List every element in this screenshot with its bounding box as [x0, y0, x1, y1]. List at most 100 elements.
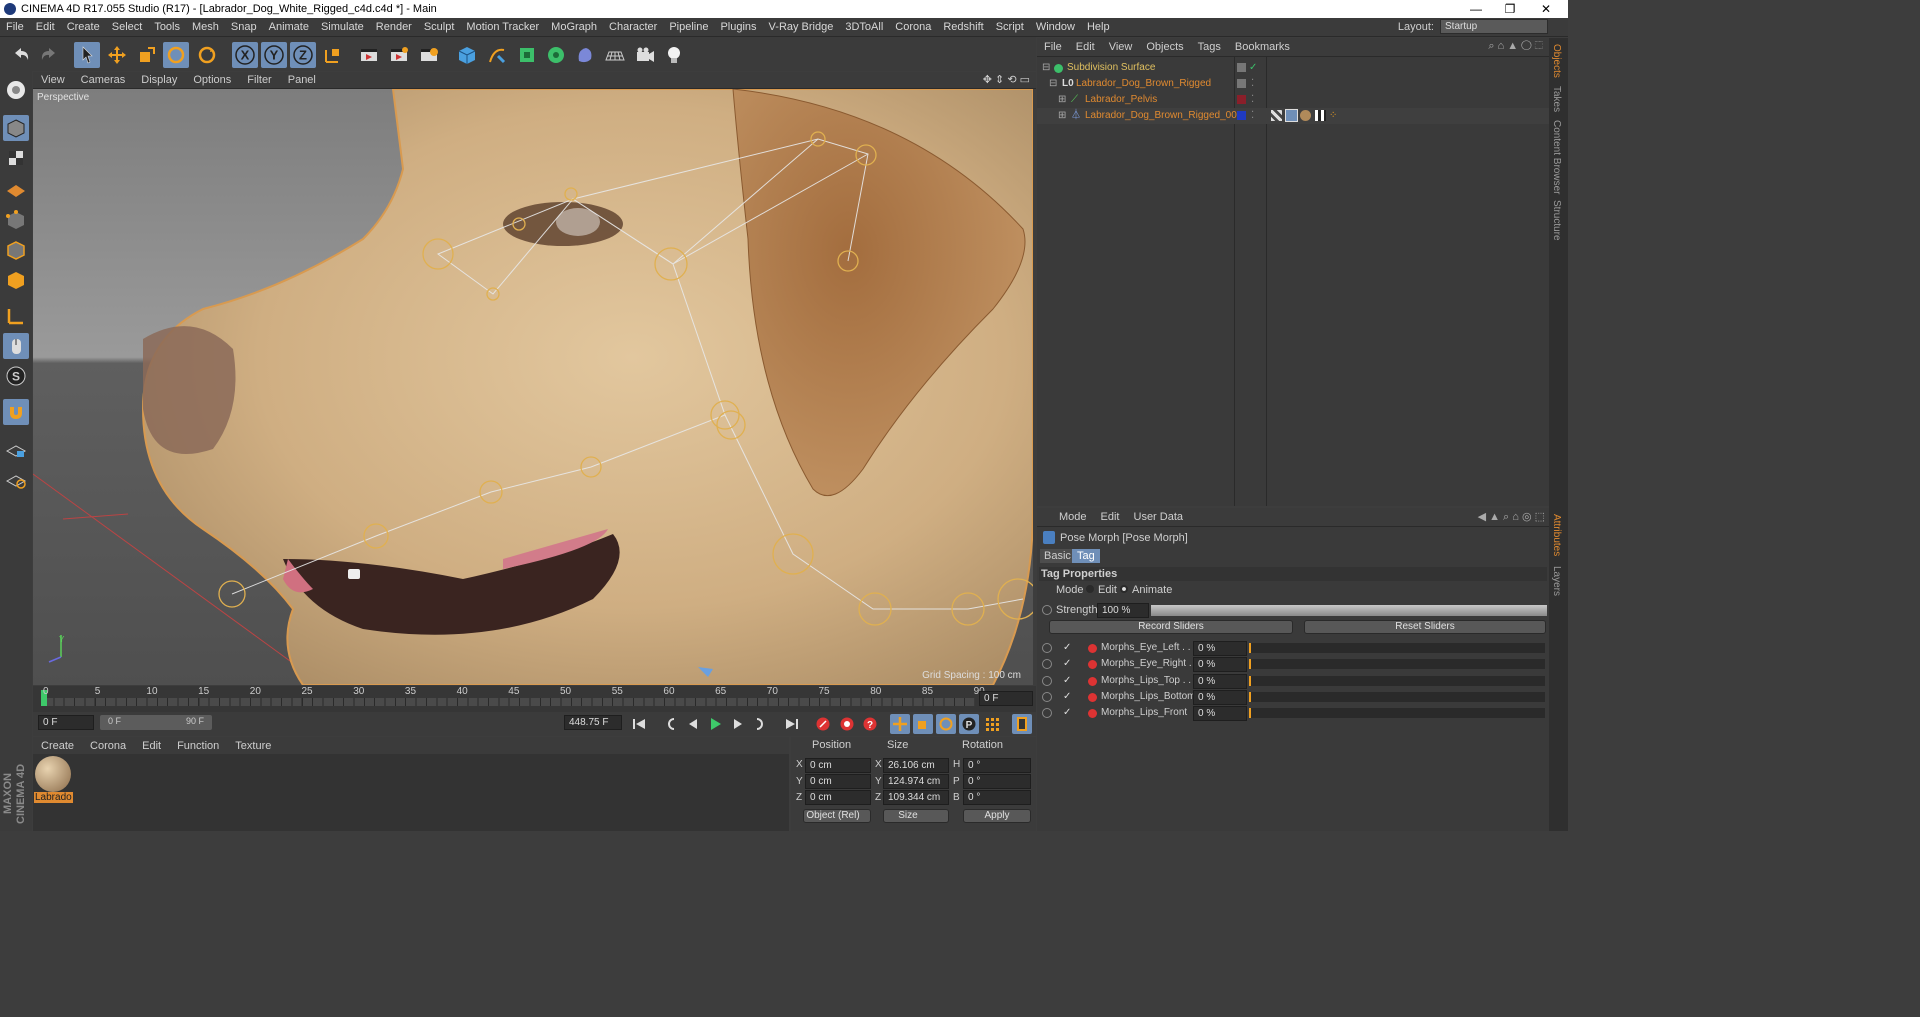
- menu-render[interactable]: Render: [370, 21, 418, 33]
- pen-spline-icon[interactable]: [484, 42, 510, 68]
- tab-content-browser[interactable]: Content Browser: [1551, 120, 1562, 194]
- morph-value-field[interactable]: 0 %: [1193, 706, 1247, 722]
- undo-icon[interactable]: [8, 42, 34, 68]
- tab-tag[interactable]: Tag: [1072, 549, 1100, 563]
- menu-script[interactable]: Script: [990, 21, 1030, 33]
- object-name[interactable]: Labrador_Pelvis: [1085, 92, 1157, 108]
- object-menu-bookmarks[interactable]: Bookmarks: [1228, 41, 1297, 53]
- viewport-menu-cameras[interactable]: Cameras: [73, 74, 134, 86]
- preview-range-slider[interactable]: 0 F 90 F: [100, 715, 212, 730]
- cloner-icon[interactable]: [543, 42, 569, 68]
- polygons-mode-icon[interactable]: [3, 267, 29, 293]
- rot-p-field[interactable]: 0 °: [963, 774, 1031, 789]
- expand-toggle-icon[interactable]: ⊞: [1058, 92, 1066, 108]
- floor-environment-icon[interactable]: [602, 42, 628, 68]
- play-icon[interactable]: [705, 714, 725, 734]
- recent-tool-icon[interactable]: [194, 42, 220, 68]
- morph-enable-check-icon[interactable]: ✓: [1063, 673, 1071, 689]
- morph-record-icon[interactable]: [1088, 644, 1097, 653]
- morph-slider[interactable]: [1249, 691, 1545, 702]
- object-menu-edit[interactable]: Edit: [1069, 41, 1102, 53]
- 3d-viewport[interactable]: Y Perspective Grid Spacing : 100 cm: [33, 89, 1033, 685]
- pos-y-field[interactable]: 0 cm: [805, 774, 871, 789]
- weight-tag-icon[interactable]: ⁘: [1329, 108, 1337, 124]
- menu-mesh[interactable]: Mesh: [186, 21, 225, 33]
- redo-icon[interactable]: [36, 42, 62, 68]
- previous-frame-icon[interactable]: [683, 714, 703, 734]
- points-mode-icon[interactable]: [3, 207, 29, 233]
- menu-mograph[interactable]: MoGraph: [545, 21, 603, 33]
- attribute-menu-mode[interactable]: Mode: [1037, 511, 1094, 523]
- menu-select[interactable]: Select: [106, 21, 149, 33]
- morph-enable-check-icon[interactable]: ✓: [1063, 640, 1071, 656]
- menu-tools[interactable]: Tools: [148, 21, 186, 33]
- morph-record-icon[interactable]: [1088, 660, 1097, 670]
- object-row-labrador-dog-brown-rigged-001[interactable]: ⊞ ⏃ Labrador_Dog_Brown_Rigged_001 ⁚ ⁘: [1037, 108, 1549, 124]
- workplane-mode-icon[interactable]: [3, 175, 29, 201]
- visibility-dots-icon[interactable]: ⁚: [1251, 108, 1254, 124]
- morph-value-field[interactable]: 0 %: [1193, 673, 1247, 689]
- object-menu-objects[interactable]: Objects: [1139, 41, 1190, 53]
- render-picture-viewer-icon[interactable]: [386, 42, 412, 68]
- select-arrow-icon[interactable]: [74, 42, 100, 68]
- edges-mode-icon[interactable]: [3, 237, 29, 263]
- pos-z-field[interactable]: 0 cm: [805, 790, 871, 805]
- menu-snap[interactable]: Snap: [225, 21, 263, 33]
- object-row-labrador-dog-brown-rigged[interactable]: ⊟ L0 Labrador_Dog_Brown_Rigged ⁚: [1037, 76, 1549, 92]
- subdivision-generator-icon[interactable]: [514, 42, 540, 68]
- morph-slider[interactable]: [1249, 675, 1545, 686]
- menu-character[interactable]: Character: [603, 21, 663, 33]
- expand-toggle-icon[interactable]: ⊟: [1049, 76, 1057, 92]
- tab-layers[interactable]: Layers: [1551, 566, 1562, 596]
- pose-morph-tag-icon[interactable]: [1285, 109, 1298, 122]
- magnet-icon[interactable]: [3, 399, 29, 425]
- menu-simulate[interactable]: Simulate: [315, 21, 370, 33]
- morph-enable-check-icon[interactable]: ✓: [1063, 705, 1071, 721]
- coordinate-system-icon[interactable]: [320, 42, 346, 68]
- snapping-icon[interactable]: S: [3, 363, 29, 389]
- enabled-check-icon[interactable]: ✓: [1249, 60, 1257, 76]
- go-to-start-icon[interactable]: [629, 714, 649, 734]
- menu-edit[interactable]: Edit: [30, 21, 61, 33]
- viewport-menu-options[interactable]: Options: [185, 74, 239, 86]
- menu-plugins[interactable]: Plugins: [714, 21, 762, 33]
- close-button[interactable]: ✕: [1528, 0, 1564, 18]
- material-tag-icon[interactable]: [1300, 110, 1311, 121]
- viewport-menu-view[interactable]: View: [33, 74, 73, 86]
- morph-anim-icon[interactable]: [1042, 643, 1052, 653]
- size-z-field[interactable]: 109.344 cm: [883, 790, 949, 805]
- size-y-field[interactable]: 124.974 cm: [883, 774, 949, 789]
- morph-record-icon[interactable]: [1088, 709, 1097, 719]
- uvw-tag-icon[interactable]: [1315, 110, 1326, 121]
- menu-window[interactable]: Window: [1030, 21, 1081, 33]
- previous-keyframe-icon[interactable]: [660, 714, 680, 734]
- mode-animate-radio[interactable]: [1120, 585, 1128, 593]
- lock-workplane-icon[interactable]: [3, 437, 29, 463]
- menu-animate[interactable]: Animate: [263, 21, 315, 33]
- object-name[interactable]: Labrador_Dog_Brown_Rigged_001: [1085, 108, 1242, 124]
- record-sliders-button[interactable]: Record Sliders: [1049, 620, 1293, 634]
- key-position-icon[interactable]: [890, 714, 910, 734]
- morph-enable-check-icon[interactable]: ✓: [1063, 689, 1071, 705]
- start-frame-field[interactable]: 0 F: [38, 715, 94, 730]
- texture-tag-icon[interactable]: [1271, 110, 1282, 121]
- morph-record-icon[interactable]: [1088, 676, 1097, 686]
- layout-dropdown[interactable]: Startup: [1440, 19, 1548, 34]
- viewport-menu-panel[interactable]: Panel: [280, 74, 324, 86]
- texture-mode-icon[interactable]: [3, 145, 29, 171]
- next-keyframe-icon[interactable]: [751, 714, 771, 734]
- rot-b-field[interactable]: 0 °: [963, 790, 1031, 805]
- x-axis-lock-icon[interactable]: X: [232, 42, 258, 68]
- menu-sculpt[interactable]: Sculpt: [418, 21, 461, 33]
- layer-icon[interactable]: [1237, 79, 1246, 88]
- move-icon[interactable]: [104, 42, 130, 68]
- go-to-end-icon[interactable]: [782, 714, 802, 734]
- next-frame-icon[interactable]: [728, 714, 748, 734]
- object-menu-tags[interactable]: Tags: [1191, 41, 1228, 53]
- reset-sliders-button[interactable]: Reset Sliders: [1304, 620, 1546, 634]
- morph-anim-icon[interactable]: [1042, 691, 1052, 702]
- size-mode-dropdown[interactable]: Size: [883, 809, 949, 823]
- rot-h-field[interactable]: 0 °: [963, 758, 1031, 773]
- tab-takes[interactable]: Takes: [1551, 86, 1562, 112]
- expand-toggle-icon[interactable]: ⊞: [1058, 108, 1066, 124]
